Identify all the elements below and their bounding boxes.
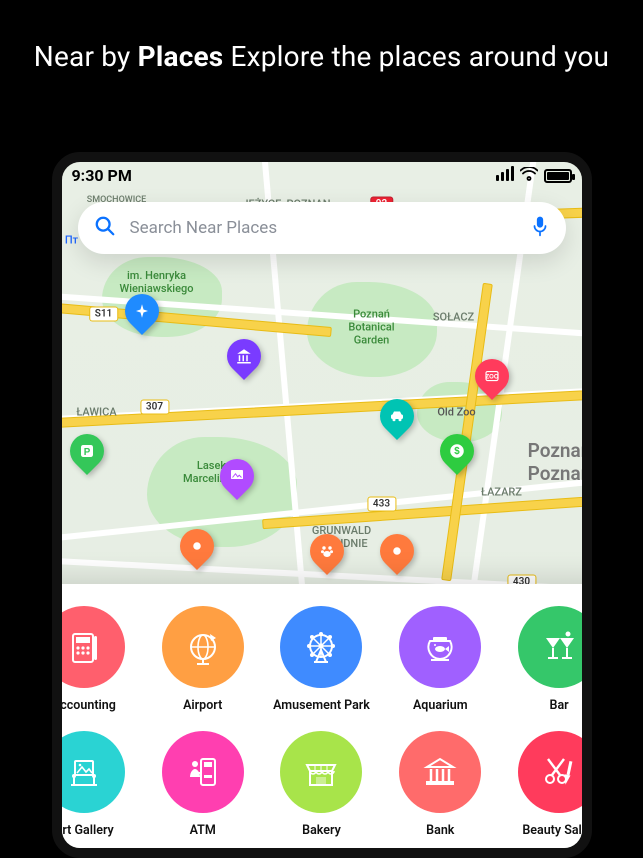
- category-label: ATM: [190, 823, 216, 838]
- map-pin-orange2[interactable]: [380, 530, 414, 572]
- map-pin-car[interactable]: [380, 395, 414, 437]
- search-bar[interactable]: Search Near Places: [78, 202, 566, 254]
- map-pin-art[interactable]: [220, 455, 254, 497]
- map-label: Old Zoo: [437, 406, 475, 419]
- category-amusement-park[interactable]: Amusement Park: [268, 606, 375, 713]
- atm-icon: [162, 731, 244, 813]
- map-pin-zoo[interactable]: [475, 355, 509, 397]
- category-art-gallery[interactable]: Art Gallery: [52, 731, 138, 838]
- gallery-icon: [52, 731, 125, 813]
- map-label: PoznańBotanicalGarden: [348, 308, 394, 347]
- map-pin-orange1[interactable]: [180, 525, 214, 567]
- map-pin-bank[interactable]: [227, 335, 261, 377]
- category-label: Amusement Park: [273, 698, 370, 713]
- map-pin-airplane[interactable]: [125, 290, 159, 332]
- category-bar[interactable]: Bar: [506, 606, 592, 713]
- category-label: Beauty Salon: [522, 823, 591, 838]
- search-icon: [94, 215, 116, 241]
- bank-icon: [399, 731, 481, 813]
- headline-post: Explore the places around you: [223, 40, 609, 73]
- status-time: 9:30 PM: [72, 166, 132, 185]
- tablet-frame: SMOCHOWICEJEŻYCE, POZNANWINIARYПтim. Hen…: [52, 152, 592, 858]
- category-label: Airport: [183, 698, 222, 713]
- category-label: Bakery: [302, 823, 341, 838]
- category-bank[interactable]: Bank: [387, 731, 494, 838]
- ferris-icon: [280, 606, 362, 688]
- road-shield: 307: [140, 400, 169, 415]
- category-bakery[interactable]: Bakery: [268, 731, 375, 838]
- headline-pre: Near by: [34, 40, 138, 73]
- map-label: ŁAWICA: [76, 406, 116, 419]
- map-pin-dollar[interactable]: [440, 430, 474, 472]
- promo-headline: Near by Places Explore the places around…: [0, 0, 643, 76]
- battery-icon: [544, 169, 572, 183]
- globe-icon: [162, 606, 244, 688]
- map-pin-paw[interactable]: [310, 530, 344, 572]
- road-shield: 433: [367, 497, 396, 512]
- map-label: ŁAZARZ: [481, 486, 522, 499]
- category-label: Bar: [550, 698, 569, 713]
- headline-bold: Places: [138, 40, 224, 73]
- microphone-icon[interactable]: [530, 215, 550, 241]
- fishbowl-icon: [399, 606, 481, 688]
- status-bar: 9:30 PM: [62, 166, 582, 185]
- map-label: PoznańPoznań: [528, 439, 592, 485]
- salon-icon: [518, 731, 591, 813]
- category-label: Aquarium: [413, 698, 468, 713]
- categories-sheet: Accounting Airport Amusement Park Aquari…: [52, 584, 592, 858]
- category-aquarium[interactable]: Aquarium: [387, 606, 494, 713]
- category-atm[interactable]: ATM: [149, 731, 256, 838]
- signal-icon: [494, 166, 514, 185]
- search-input[interactable]: Search Near Places: [130, 218, 516, 238]
- category-label: Art Gallery: [54, 823, 114, 838]
- map-pin-parking[interactable]: [70, 430, 104, 472]
- category-accounting[interactable]: Accounting: [52, 606, 138, 713]
- road-shield: S11: [89, 307, 119, 322]
- wifi-icon: [520, 166, 538, 185]
- category-airport[interactable]: Airport: [149, 606, 256, 713]
- category-beauty-salon[interactable]: Beauty Salon: [506, 731, 592, 838]
- category-label: Accounting: [52, 698, 116, 713]
- map-label: Пт: [65, 234, 78, 247]
- bakery-icon: [280, 731, 362, 813]
- cocktails-icon: [518, 606, 591, 688]
- category-label: Bank: [426, 823, 454, 838]
- calculator-icon: [52, 606, 125, 688]
- map-label: SOŁACZ: [433, 311, 474, 324]
